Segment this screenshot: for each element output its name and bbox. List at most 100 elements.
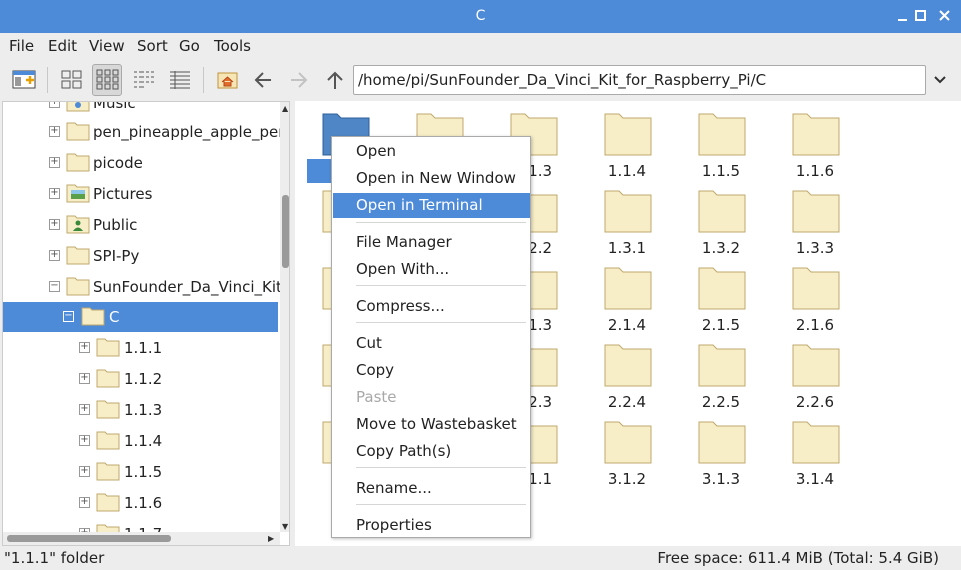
expand-icon[interactable]: + xyxy=(79,435,90,446)
menu-separator xyxy=(356,504,526,505)
scroll-up-icon[interactable]: ▲ xyxy=(282,104,288,113)
tree-item-label: Pictures xyxy=(93,185,153,203)
expand-icon[interactable]: + xyxy=(49,157,60,168)
folder-icon xyxy=(96,369,120,388)
folder-item[interactable]: 1.3.3 xyxy=(770,179,860,257)
tree-vertical-scrollbar[interactable]: ▲ ▼ xyxy=(280,102,289,532)
tree-item-1-1-4[interactable]: + 1.1.4 xyxy=(3,426,278,456)
folder-item[interactable]: 3.1.4 xyxy=(770,410,860,488)
menu-file[interactable]: File xyxy=(9,37,34,55)
menu-separator xyxy=(356,467,526,468)
menu-item-open-new-window[interactable]: Open in New Window xyxy=(333,166,530,191)
folder-label: 3.1.3 xyxy=(701,470,741,488)
back-arrow-icon[interactable] xyxy=(248,64,278,96)
close-icon[interactable] xyxy=(935,6,955,26)
menu-item-file-manager[interactable]: File Manager xyxy=(333,230,530,255)
menu-item-compress[interactable]: Compress... xyxy=(333,294,530,319)
menu-item-copy[interactable]: Copy xyxy=(333,358,530,383)
chevron-down-icon[interactable] xyxy=(930,69,950,91)
tree-item-music[interactable]: + Music xyxy=(3,102,278,118)
folder-item[interactable]: 2.2.4 xyxy=(582,333,672,411)
tree-item-spi-py[interactable]: + SPI-Py xyxy=(3,241,278,271)
folder-item[interactable]: 2.1.4 xyxy=(582,256,672,334)
menu-item-properties[interactable]: Properties xyxy=(333,513,530,538)
expand-icon[interactable]: + xyxy=(49,102,60,108)
folder-icon xyxy=(604,190,652,233)
up-arrow-icon[interactable] xyxy=(319,64,349,96)
collapse-icon[interactable]: − xyxy=(63,311,74,322)
menu-sort[interactable]: Sort xyxy=(137,37,168,55)
tree-item-label: 1.1.5 xyxy=(124,463,163,481)
folder-label: 1.3.2 xyxy=(701,239,741,257)
tree-item-pictures[interactable]: + Pictures xyxy=(3,179,278,209)
thumbnail-view-icon[interactable] xyxy=(92,64,122,96)
menu-edit[interactable]: Edit xyxy=(48,37,77,55)
folder-item[interactable]: 3.1.2 xyxy=(582,410,672,488)
folder-item[interactable]: 1.3.1 xyxy=(582,179,672,257)
folder-icon xyxy=(792,344,840,387)
home-icon[interactable] xyxy=(212,64,242,96)
expand-icon[interactable]: + xyxy=(79,466,90,477)
maximize-icon[interactable] xyxy=(911,6,931,26)
folder-item[interactable]: 2.1.5 xyxy=(676,256,766,334)
tree-item-label: 1.1.2 xyxy=(124,370,163,388)
collapse-icon[interactable]: − xyxy=(49,281,60,292)
menu-item-rename[interactable]: Rename... xyxy=(333,476,530,501)
expand-icon[interactable]: + xyxy=(49,250,60,261)
tree-item-1-1-5[interactable]: + 1.1.5 xyxy=(3,457,278,487)
expand-icon[interactable]: + xyxy=(49,188,60,199)
scrollbar-thumb[interactable] xyxy=(282,195,289,268)
menu-item-open-in-terminal[interactable]: Open in Terminal xyxy=(333,193,530,218)
tree-item-c[interactable]: − C xyxy=(3,302,278,332)
expand-icon[interactable]: + xyxy=(49,219,60,230)
folder-icon xyxy=(792,190,840,233)
menu-item-cut[interactable]: Cut xyxy=(333,331,530,356)
folder-icon xyxy=(96,462,120,481)
compact-view-icon[interactable] xyxy=(128,64,158,96)
tree-item-pen-pineapple[interactable]: + pen_pineapple_apple_pen xyxy=(3,117,288,147)
folder-item[interactable]: 2.1.6 xyxy=(770,256,860,334)
menu-item-move-to-wastebasket[interactable]: Move to Wastebasket xyxy=(333,412,530,437)
folder-item[interactable]: 2.2.6 xyxy=(770,333,860,411)
menu-item-copy-paths[interactable]: Copy Path(s) xyxy=(333,439,530,464)
forward-arrow-icon[interactable] xyxy=(283,64,313,96)
new-window-icon[interactable] xyxy=(9,64,39,96)
tree-item-label: 1.1.6 xyxy=(124,494,163,512)
folder-label: 1.1.4 xyxy=(607,162,647,180)
tree-item-sunfounder[interactable]: − SunFounder_Da_Vinci_Kit_ xyxy=(3,272,289,302)
menu-view[interactable]: View xyxy=(89,37,125,55)
scroll-down-icon[interactable]: ▼ xyxy=(282,522,288,531)
directory-tree[interactable]: + Music + pen_pineapple_apple_pen + pico… xyxy=(2,101,290,546)
scrollbar-thumb[interactable] xyxy=(7,535,171,542)
tree-item-1-1-2[interactable]: + 1.1.2 xyxy=(3,364,278,394)
path-input[interactable]: /home/pi/SunFounder_Da_Vinci_Kit_for_Ras… xyxy=(353,65,926,95)
tree-item-1-1-6[interactable]: + 1.1.6 xyxy=(3,488,278,518)
menu-separator xyxy=(356,285,526,286)
tree-item-1-1-1[interactable]: + 1.1.1 xyxy=(3,333,278,363)
folder-item[interactable]: 1.1.4 xyxy=(582,102,672,180)
folder-item[interactable]: 2.2.5 xyxy=(676,333,766,411)
folder-item[interactable]: 1.1.5 xyxy=(676,102,766,180)
folder-item[interactable]: 1.1.6 xyxy=(770,102,860,180)
expand-icon[interactable]: + xyxy=(79,373,90,384)
tree-item-picode[interactable]: + picode xyxy=(3,148,278,178)
list-view-icon[interactable] xyxy=(164,64,194,96)
menu-item-open[interactable]: Open xyxy=(333,139,530,164)
menu-item-paste: Paste xyxy=(356,388,397,406)
menu-tools[interactable]: Tools xyxy=(214,37,251,55)
menu-go[interactable]: Go xyxy=(179,37,200,55)
expand-icon[interactable]: + xyxy=(79,342,90,353)
menu-item-open-with[interactable]: Open With... xyxy=(333,257,530,282)
folder-label: 2.2.5 xyxy=(701,393,741,411)
scroll-right-icon[interactable]: ▶ xyxy=(268,534,274,543)
tree-item-1-1-3[interactable]: + 1.1.3 xyxy=(3,395,278,425)
folder-item[interactable]: 1.3.2 xyxy=(676,179,766,257)
icon-view-icon[interactable] xyxy=(56,64,86,96)
expand-icon[interactable]: + xyxy=(79,404,90,415)
tree-horizontal-scrollbar[interactable]: ▶ xyxy=(3,532,280,545)
expand-icon[interactable]: + xyxy=(49,126,60,137)
folder-item[interactable]: 3.1.3 xyxy=(676,410,766,488)
tree-item-public[interactable]: + Public xyxy=(3,210,278,240)
expand-icon[interactable]: + xyxy=(79,497,90,508)
minimize-icon[interactable] xyxy=(893,6,913,26)
